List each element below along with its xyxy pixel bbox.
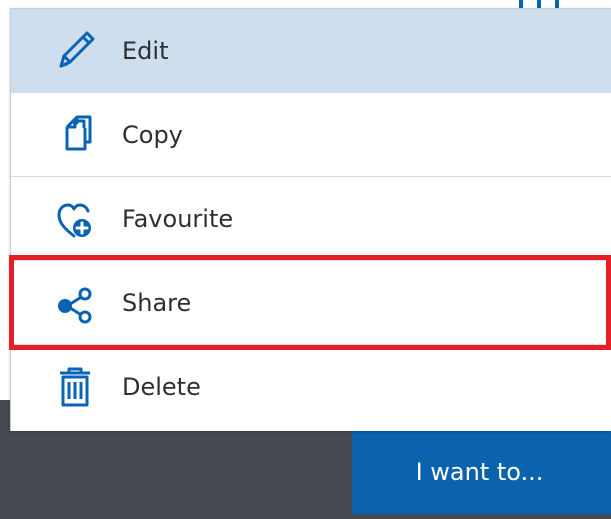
context-menu: Edit Copy Favourite Share Delete <box>10 8 611 431</box>
menu-item-label: Delete <box>122 373 201 401</box>
menu-item-label: Share <box>122 288 192 317</box>
partial-grid-icon <box>519 0 559 8</box>
i-want-to-button[interactable]: I want to... <box>352 430 611 514</box>
menu-item-delete[interactable]: Delete <box>11 345 611 429</box>
menu-item-copy[interactable]: Copy <box>11 93 611 177</box>
i-want-to-label: I want to... <box>415 458 544 486</box>
menu-item-label: Edit <box>122 36 169 65</box>
pencil-icon <box>59 31 95 67</box>
menu-item-favourite[interactable]: Favourite <box>11 177 611 261</box>
share-icon <box>58 287 92 323</box>
trash-icon <box>60 367 90 407</box>
menu-item-label: Copy <box>122 120 183 149</box>
menu-item-edit[interactable]: Edit <box>11 9 611 93</box>
menu-item-label: Favourite <box>122 204 234 233</box>
copy-icon <box>65 115 92 150</box>
heart-plus-icon <box>57 203 91 237</box>
menu-item-share[interactable]: Share <box>11 261 611 345</box>
